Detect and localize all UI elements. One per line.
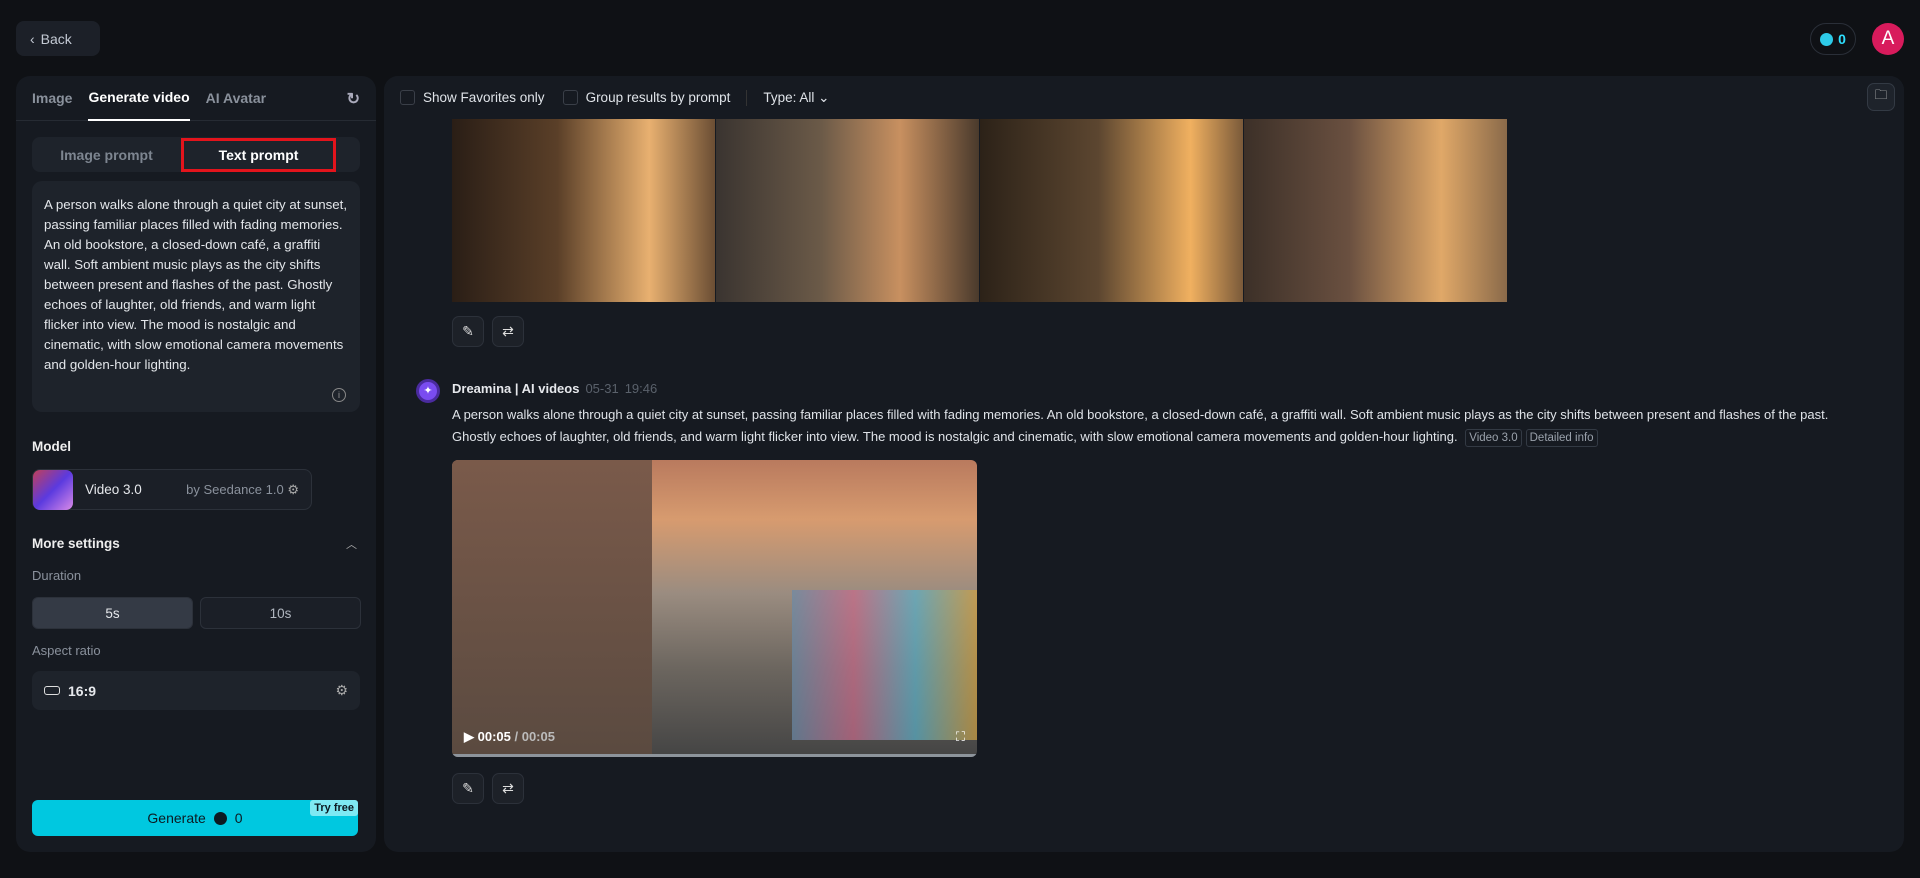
filter-bar: Show Favorites only Group results by pro… [384,76,1904,119]
result-frame[interactable] [980,119,1243,302]
generate-button[interactable]: Generate 0 Try free [32,800,358,836]
user-avatar[interactable]: A [1872,23,1904,55]
tab-generate-video[interactable]: Generate video [88,76,190,121]
image-prompt-tab[interactable]: Image prompt [32,147,181,163]
play-icon[interactable]: ▶ [464,729,474,744]
model-thumbnail [33,469,73,510]
result-frame[interactable] [1244,119,1507,302]
building [452,460,652,757]
repeat-icon: ⇄ [502,780,514,796]
model-chip[interactable]: Video 3.0 [1465,429,1522,447]
aspect-ratio-label: Aspect ratio [32,643,101,658]
back-button[interactable]: ‹ Back [16,21,100,56]
repeat-icon: ⇄ [502,323,514,339]
tab-image[interactable]: Image [32,76,72,121]
text-prompt-tab[interactable]: Text prompt [181,137,336,172]
aspect-rect-icon [44,686,60,695]
group-checkbox[interactable] [562,90,578,105]
more-settings-label: More settings [32,536,120,551]
edit-button[interactable]: ✎ [452,316,484,347]
video-player[interactable]: ▶ 00:05 / 00:05 ⛶ [452,460,977,757]
edit-button[interactable]: ✎ [452,773,484,804]
video-progress-bar[interactable] [452,754,977,757]
folder-icon[interactable]: 🗀 [1867,83,1895,111]
result-frame[interactable] [452,119,715,302]
prompt-mode-toggle: Image prompt Text prompt [32,137,360,172]
reset-icon[interactable]: ↻ [347,89,360,109]
graffiti-wall [792,590,977,740]
dreamina-avatar-icon: ✦ [416,379,440,403]
tab-ai-avatar[interactable]: AI Avatar [206,76,266,121]
credit-icon [1820,32,1834,46]
info-icon[interactable]: i [332,388,346,402]
detailed-info-chip[interactable]: Detailed info [1525,429,1598,447]
fullscreen-icon[interactable]: ⛶ [956,729,965,745]
results-panel: Show Favorites only Group results by pro… [384,76,1904,852]
left-panel: Image Generate video AI Avatar ↻ Image p… [16,76,376,852]
video-controls: ▶ 00:05 / 00:05 [464,729,555,744]
result-frame[interactable] [716,119,979,302]
model-selector[interactable]: Video 3.0 by Seedance 1.0 ⚙ [32,469,312,510]
credits-badge[interactable]: 0 [1810,23,1856,55]
image-results [452,119,1507,302]
duration-5s-button[interactable]: 5s [32,597,193,629]
sliders-icon: ⚙ [335,682,348,698]
pencil-icon: ✎ [462,323,474,339]
model-label: Model [32,439,71,454]
try-free-badge: Try free [310,800,358,816]
message-header: Dreamina | AI videos 05-31 19:46 [452,381,658,396]
type-filter-dropdown[interactable]: Type: All ⌄ [763,90,829,106]
sliders-icon: ⚙ [287,481,299,497]
credit-icon [213,811,227,825]
favorites-checkbox[interactable] [400,90,415,105]
chevron-up-icon[interactable]: ︿ [346,536,357,552]
prompt-input[interactable]: A person walks alone through a quiet cit… [32,181,360,412]
duration-10s-button[interactable]: 10s [200,597,361,629]
duration-label: Duration [32,568,82,583]
pencil-icon: ✎ [462,780,474,796]
message-prompt: A person walks alone through a quiet cit… [452,404,1832,448]
regenerate-button[interactable]: ⇄ [492,773,524,804]
chevron-left-icon: ‹ [30,30,35,47]
aspect-ratio-selector[interactable]: 16:9 ⚙ [32,671,360,710]
regenerate-button[interactable]: ⇄ [492,316,524,347]
